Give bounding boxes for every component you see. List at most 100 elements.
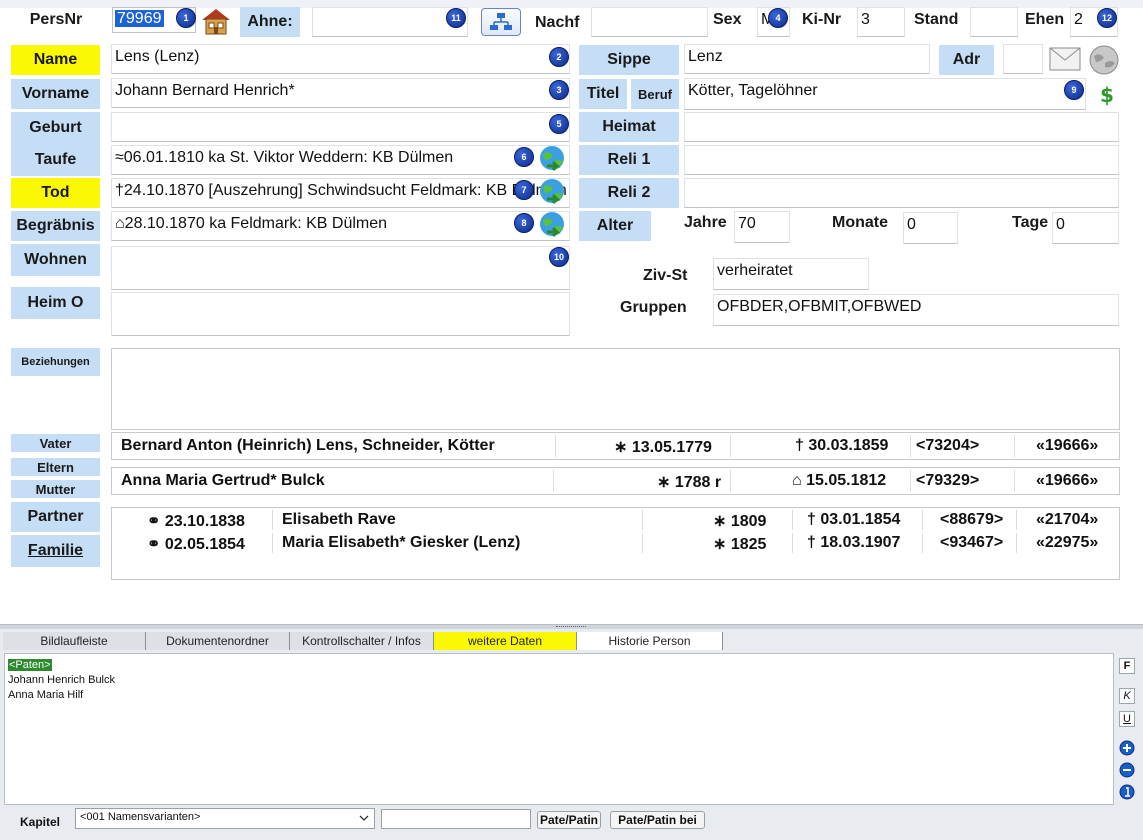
partner-persnr[interactable]: <88679> — [940, 511, 1003, 529]
globe-icon-taufe[interactable] — [537, 144, 567, 174]
mutter-family[interactable]: «19666» — [1036, 472, 1098, 490]
underline-button[interactable]: U — [1119, 711, 1135, 727]
jahre-field[interactable]: 70 — [734, 211, 790, 243]
name-label[interactable]: Name — [11, 45, 100, 75]
tage-field[interactable]: 0 — [1052, 212, 1119, 244]
badge-12[interactable]: 12 — [1097, 8, 1117, 28]
stand-field[interactable] — [970, 7, 1018, 37]
globe-icon-tod[interactable] — [537, 177, 567, 207]
vater-label[interactable]: Vater — [11, 434, 100, 452]
wohnen-field[interactable] — [111, 246, 570, 290]
dollar-icon[interactable]: $ — [1098, 80, 1114, 108]
tab-dokumentenordner[interactable]: Dokumentenordner — [146, 632, 290, 650]
mutter-name[interactable]: Anna Maria Gertrud* Bulck — [121, 472, 325, 490]
beruf-label[interactable]: Beruf — [631, 79, 679, 109]
notes-area[interactable]: <Paten> Johann Henrich Bulck Anna Maria … — [4, 653, 1114, 805]
tab-bildlaufleiste[interactable]: Bildlaufleiste — [3, 632, 146, 650]
tree-view-button[interactable] — [481, 8, 521, 36]
titel-label[interactable]: Titel — [579, 79, 627, 109]
badge-6[interactable]: 6 — [514, 147, 534, 167]
partner-family[interactable]: «21704» — [1036, 511, 1098, 529]
heim-o-label[interactable]: Heim O — [11, 287, 100, 319]
tab-historie-person[interactable]: Historie Person — [577, 632, 723, 650]
vorname-label[interactable]: Vorname — [11, 79, 100, 109]
globe-gray-icon[interactable] — [1088, 44, 1120, 76]
badge-9[interactable]: 9 — [1064, 80, 1084, 100]
wohnen-label[interactable]: Wohnen — [11, 244, 100, 276]
reli2-label[interactable]: Reli 2 — [579, 178, 679, 208]
zoom-in-icon[interactable] — [1119, 740, 1135, 756]
geburt-taufe-label[interactable]: Geburt Taufe — [11, 112, 100, 176]
splitter-handle[interactable] — [0, 624, 1143, 629]
bold-button[interactable]: F — [1119, 658, 1135, 674]
house-icon[interactable] — [200, 6, 232, 36]
mutter-persnr[interactable]: <79329> — [916, 472, 979, 490]
heim-o-field[interactable] — [111, 292, 570, 336]
beziehungen-label[interactable]: Beziehungen — [11, 348, 100, 376]
heimat-label[interactable]: Heimat — [579, 112, 679, 142]
badge-4[interactable]: 4 — [768, 8, 788, 28]
kinr-field[interactable]: 3 — [857, 7, 905, 37]
tod-field[interactable]: †24.10.1870 [Auszehrung] Schwindsucht Fe… — [111, 178, 570, 208]
pate-patin-button[interactable]: Pate/Patin — [537, 811, 601, 829]
ahne-field[interactable] — [312, 7, 468, 37]
adr-label[interactable]: Adr — [939, 45, 994, 75]
reli2-field[interactable] — [684, 178, 1119, 208]
badge-10[interactable]: 10 — [549, 247, 569, 267]
beziehungen-field[interactable] — [111, 348, 1120, 430]
badge-2[interactable]: 2 — [549, 47, 569, 67]
zoom-out-icon[interactable] — [1119, 762, 1135, 778]
vater-name[interactable]: Bernard Anton (Heinrich) Lens, Schneider… — [121, 437, 495, 455]
monate-field[interactable]: 0 — [903, 212, 958, 244]
kapitel-select-value[interactable]: <001 Namensvarianten> — [80, 811, 200, 823]
reli1-label[interactable]: Reli 1 — [579, 145, 679, 175]
italic-button[interactable]: K — [1119, 688, 1135, 704]
reli1-field[interactable] — [684, 145, 1119, 175]
kapitel-select[interactable]: <001 Namensvarianten> — [75, 808, 375, 829]
badge-5[interactable]: 5 — [549, 114, 569, 134]
partner-label[interactable]: Partner — [11, 502, 100, 532]
adr-field[interactable] — [1003, 44, 1043, 74]
partner-row[interactable]: ⚭ 02.05.1854 Maria Elisabeth* Giesker (L… — [112, 531, 1119, 555]
badge-1[interactable]: 1 — [176, 8, 196, 28]
sippe-field[interactable]: Lenz — [684, 44, 930, 74]
vater-row[interactable]: Bernard Anton (Heinrich) Lens, Schneider… — [111, 432, 1120, 460]
globe-icon-begraebnis[interactable] — [537, 210, 567, 240]
begraebnis-field[interactable]: ⌂28.10.1870 ka Feldmark: KB Dülmen — [111, 211, 570, 241]
vorname-field[interactable]: Johann Bernard Henrich* — [111, 78, 570, 108]
tab-weitere-daten[interactable]: weitere Daten — [434, 632, 577, 650]
badge-11[interactable]: 11 — [446, 8, 466, 28]
chevron-down-icon[interactable] — [359, 815, 369, 822]
partner-list[interactable]: ⚭ 23.10.1838 Elisabeth Rave ∗ 1809 † 03.… — [111, 507, 1120, 580]
sippe-label[interactable]: Sippe — [579, 45, 679, 75]
heimat-field[interactable] — [684, 112, 1119, 142]
begraebnis-label[interactable]: Begräbnis — [11, 211, 100, 241]
pate-patin-bei-button[interactable]: Pate/Patin bei — [610, 811, 705, 829]
familie-label[interactable]: Familie — [11, 535, 100, 567]
eltern-label[interactable]: Eltern — [11, 458, 100, 476]
partner-name[interactable]: Elisabeth Rave — [282, 511, 396, 529]
geburt-label[interactable]: Geburt — [29, 119, 81, 137]
badge-3[interactable]: 3 — [549, 80, 569, 100]
partner-persnr[interactable]: <93467> — [940, 534, 1003, 552]
vater-persnr[interactable]: <73204> — [916, 437, 979, 455]
partner-name[interactable]: Maria Elisabeth* Giesker (Lenz) — [282, 534, 520, 552]
mutter-row[interactable]: Anna Maria Gertrud* Bulck ∗ 1788 r ⌂ 15.… — [111, 467, 1120, 495]
name-field[interactable]: Lens (Lenz) — [111, 44, 570, 74]
reset-zoom-icon[interactable] — [1119, 784, 1135, 800]
alter-label[interactable]: Alter — [579, 211, 651, 241]
tod-label[interactable]: Tod — [11, 178, 100, 208]
tab-kontrollschalter[interactable]: Kontrollschalter / Infos — [290, 632, 434, 650]
nachf-field[interactable] — [591, 7, 708, 37]
taufe-field[interactable]: ≈06.01.1810 ka St. Viktor Weddern: KB Dü… — [111, 145, 570, 175]
pate-input[interactable] — [381, 809, 531, 829]
partner-row[interactable]: ⚭ 23.10.1838 Elisabeth Rave ∗ 1809 † 03.… — [112, 508, 1119, 532]
persnr-value[interactable]: 79969 — [115, 10, 164, 27]
gruppen-field[interactable]: OFBDER,OFBMIT,OFBWED — [713, 294, 1119, 326]
taufe-label[interactable]: Taufe — [35, 151, 76, 169]
geburt-field[interactable] — [111, 112, 570, 142]
zivst-field[interactable]: verheiratet — [713, 258, 869, 290]
beruf-field[interactable]: Kötter, Tagelöhner — [684, 78, 1086, 110]
mail-icon[interactable] — [1049, 47, 1081, 71]
badge-7[interactable]: 7 — [514, 180, 534, 200]
